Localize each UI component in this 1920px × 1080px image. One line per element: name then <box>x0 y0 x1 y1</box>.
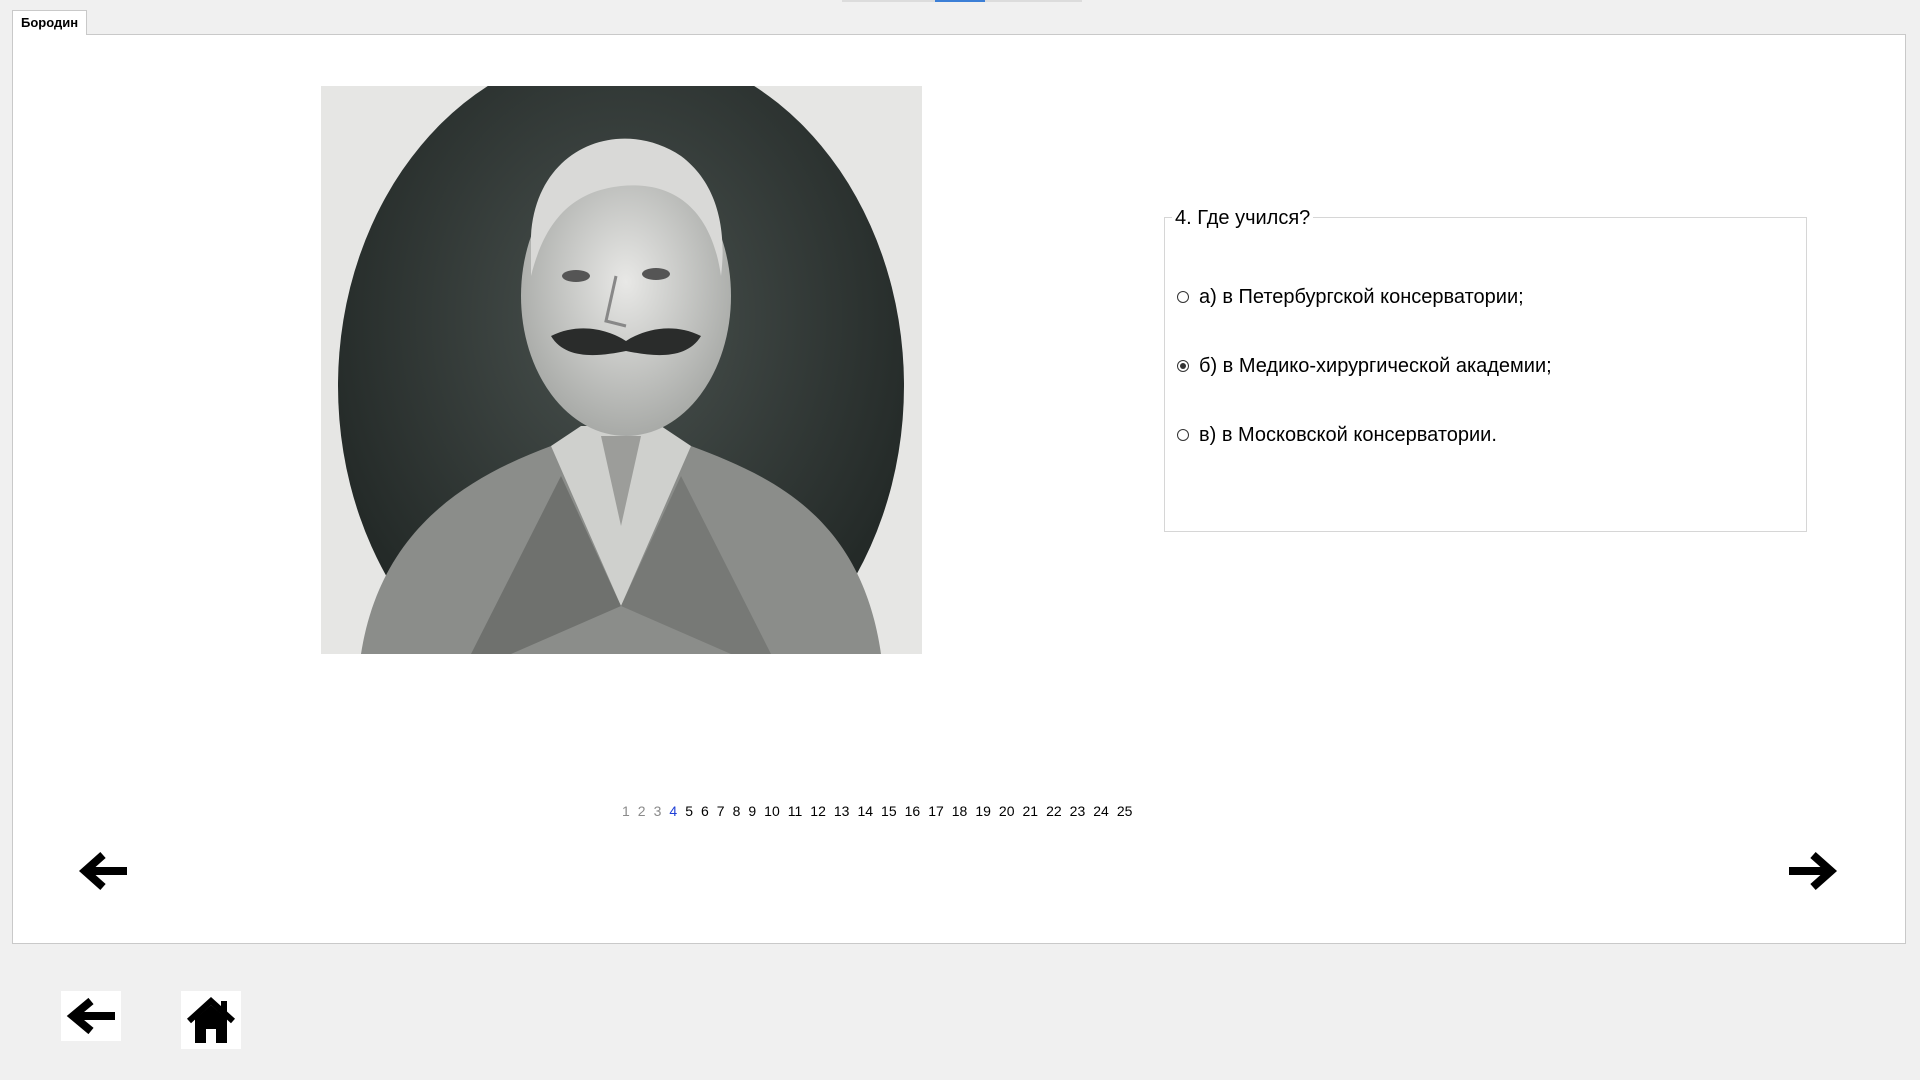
page-link-13[interactable]: 13 <box>834 802 850 820</box>
tab-borodin[interactable]: Бородин <box>12 10 88 35</box>
page-link-7[interactable]: 7 <box>717 802 725 820</box>
page-link-22[interactable]: 22 <box>1046 802 1062 820</box>
radio-option-a[interactable] <box>1177 291 1189 303</box>
page-link-10[interactable]: 10 <box>764 802 780 820</box>
composer-portrait <box>321 86 922 654</box>
top-scroll-indicator <box>935 0 985 2</box>
page-link-24[interactable]: 24 <box>1093 802 1109 820</box>
page-link-25[interactable]: 25 <box>1117 802 1133 820</box>
page-link-12[interactable]: 12 <box>810 802 826 820</box>
home-icon <box>186 996 236 1043</box>
page-link-19[interactable]: 19 <box>975 802 991 820</box>
option-b[interactable]: б) в Медико-хирургической академии; <box>1177 354 1552 378</box>
radio-option-b[interactable] <box>1177 360 1189 372</box>
page-link-15[interactable]: 15 <box>881 802 897 820</box>
page-link-23[interactable]: 23 <box>1070 802 1086 820</box>
arrow-right-icon <box>1789 852 1838 890</box>
arrow-left-icon <box>66 997 115 1035</box>
previous-question-button[interactable] <box>75 847 133 895</box>
page-link-4[interactable]: 4 <box>669 802 677 820</box>
page-link-21[interactable]: 21 <box>1023 802 1039 820</box>
arrow-left-icon <box>78 852 127 890</box>
option-b-label: б) в Медико-хирургической академии; <box>1199 355 1552 377</box>
question-group: 4. Где учился? а) в Петербургской консер… <box>1164 207 1807 532</box>
page-link-1[interactable]: 1 <box>622 802 630 820</box>
page-link-18[interactable]: 18 <box>952 802 968 820</box>
page-link-16[interactable]: 16 <box>905 802 921 820</box>
back-button[interactable] <box>61 991 121 1041</box>
question-title: 4. Где учился? <box>1172 207 1314 229</box>
radio-option-c[interactable] <box>1177 429 1189 441</box>
next-question-button[interactable] <box>1783 847 1841 895</box>
question-pager: 1 2 3 4 5 6 7 8 9 10 11 12 13 14 15 16 17 18 19 20 21 22 23 24 2… <box>618 802 1136 820</box>
page-link-3[interactable]: 3 <box>654 802 662 820</box>
page-link-6[interactable]: 6 <box>701 802 709 820</box>
page-link-2[interactable]: 2 <box>638 802 646 820</box>
page-link-9[interactable]: 9 <box>748 802 756 820</box>
page-link-11[interactable]: 11 <box>788 802 803 820</box>
option-c[interactable]: в) в Московской консерватории. <box>1177 423 1497 447</box>
page-link-20[interactable]: 20 <box>999 802 1015 820</box>
page-link-8[interactable]: 8 <box>733 802 741 820</box>
page-link-17[interactable]: 17 <box>928 802 944 820</box>
page-link-14[interactable]: 14 <box>857 802 873 820</box>
home-button[interactable] <box>181 991 241 1049</box>
option-a-label: а) в Петербургской консерватории; <box>1199 286 1524 308</box>
option-c-label: в) в Московской консерватории. <box>1199 424 1497 446</box>
page-link-5[interactable]: 5 <box>685 802 693 820</box>
quiz-panel: 4. Где учился? а) в Петербургской консер… <box>12 34 1906 944</box>
top-scroll-strip <box>842 0 1082 2</box>
tab-label: Бородин <box>21 15 79 30</box>
option-a[interactable]: а) в Петербургской консерватории; <box>1177 285 1524 309</box>
